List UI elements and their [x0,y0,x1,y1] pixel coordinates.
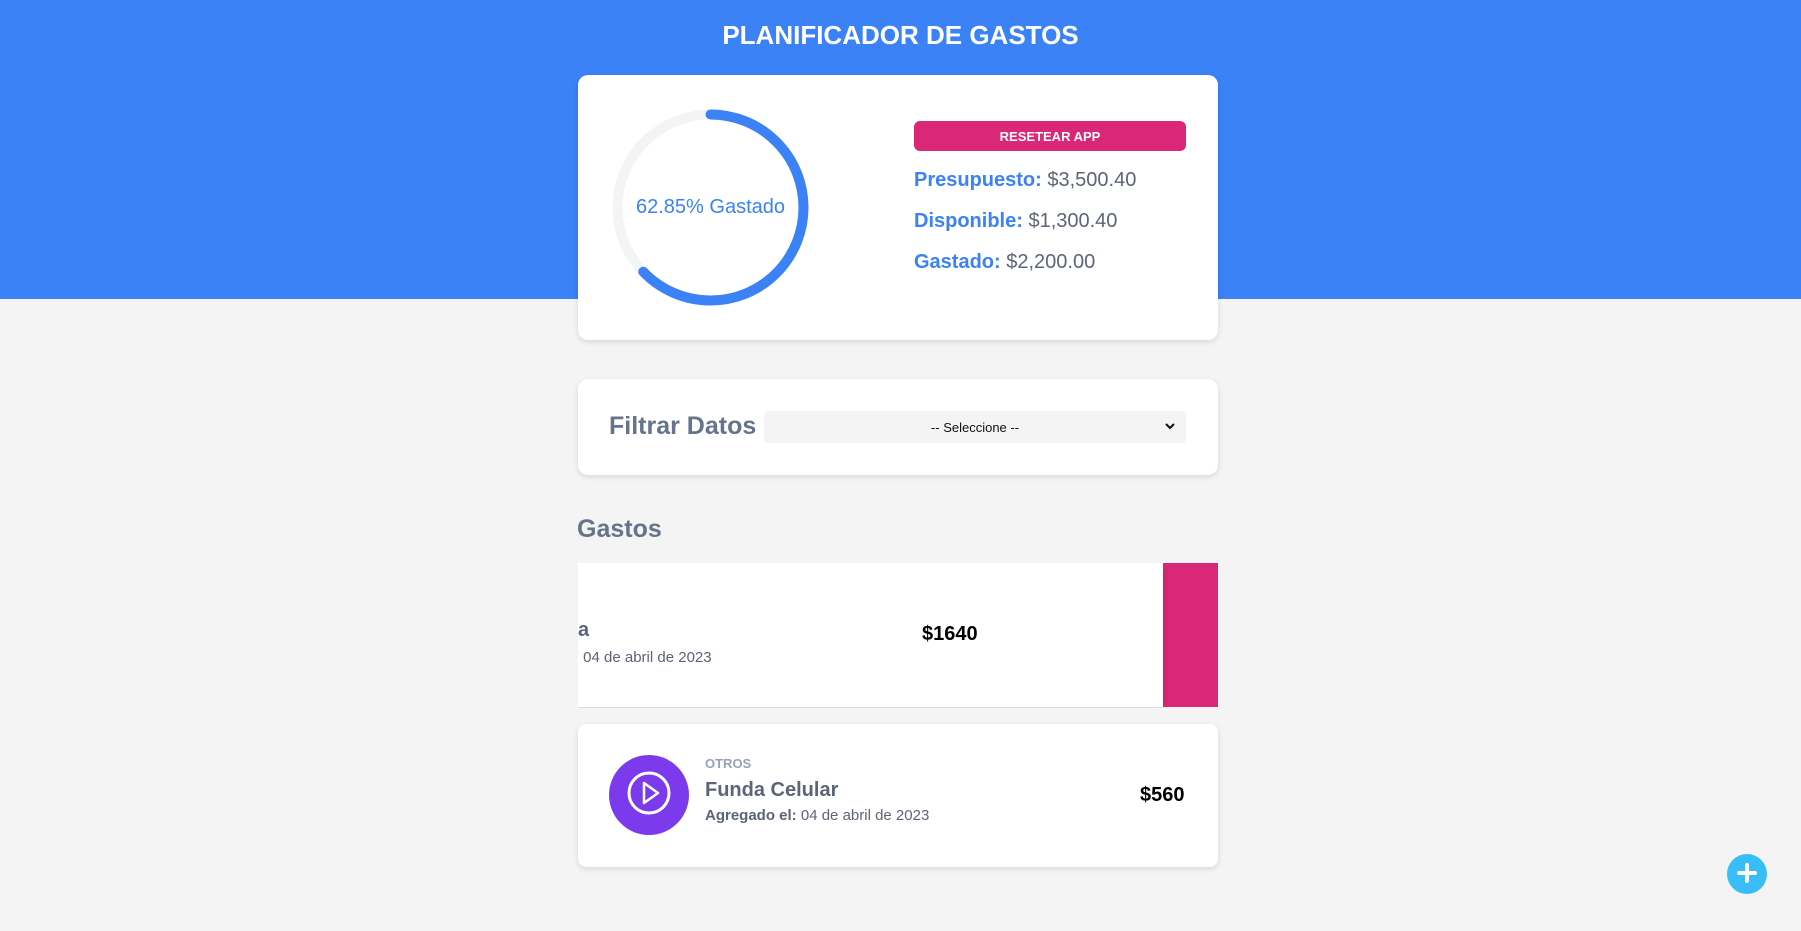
percent-spent-label: 62.85% Gastado [636,196,785,218]
plus-icon [1736,862,1758,887]
expense-date-key: Agregado el: [705,807,797,824]
expense-card[interactable]: OTROS Funda Celular Agregado el: 04 de a… [578,724,1218,867]
add-expense-button[interactable] [1727,854,1767,894]
expense-date-value: 04 de abril de 2023 [800,807,930,824]
expense-name: a [578,619,590,641]
budget-value: $3,500.40 [1047,169,1137,191]
available-key: Disponible: [914,210,1023,232]
budget-progress-ring: 62.85% Gastado [608,105,813,310]
expense-category: OTROS [705,756,752,771]
expense-swipe-row[interactable]: Eliminar a : 04 de abril de 2023 $1640 [578,563,1218,708]
budget-stat: Presupuesto: $3,500.40 [914,169,1136,192]
app-title: PLANIFICADOR DE GASTOS [722,20,1079,50]
category-filter-select[interactable]: -- Seleccione -- [764,411,1186,443]
budget-card: 62.85% Gastado RESETEAR APP Presupuesto:… [578,75,1218,340]
expense-card[interactable]: a : 04 de abril de 2023 $1640 [578,563,1163,707]
spent-key: Gastado: [914,251,1001,273]
spent-value: $2,200.00 [1006,251,1096,273]
expense-name: Funda Celular [705,779,839,801]
expenses-title: Gastos [577,515,662,543]
expense-date: Agregado el: 04 de abril de 2023 [705,807,929,824]
spent-stat: Gastado: $2,200.00 [914,251,1095,274]
play-circle-icon [626,770,672,821]
filter-selected-value: -- Seleccione -- [930,419,1020,435]
filter-card: Filtrar Datos -- Seleccione -- [578,379,1218,475]
filter-title: Filtrar Datos [609,412,757,440]
budget-key: Presupuesto: [914,169,1042,191]
expense-date: : 04 de abril de 2023 [578,649,712,666]
chevron-down-icon [1164,420,1176,435]
expense-amount: $1640 [922,623,978,645]
available-value: $1,300.40 [1028,210,1118,232]
category-icon-badge [609,755,689,835]
available-stat: Disponible: $1,300.40 [914,210,1117,233]
expense-date-value: 04 de abril de 2023 [583,649,712,666]
expense-amount: $560 [1140,784,1185,806]
reset-app-button[interactable]: RESETEAR APP [914,121,1186,151]
expense-date-key: : [578,649,579,666]
